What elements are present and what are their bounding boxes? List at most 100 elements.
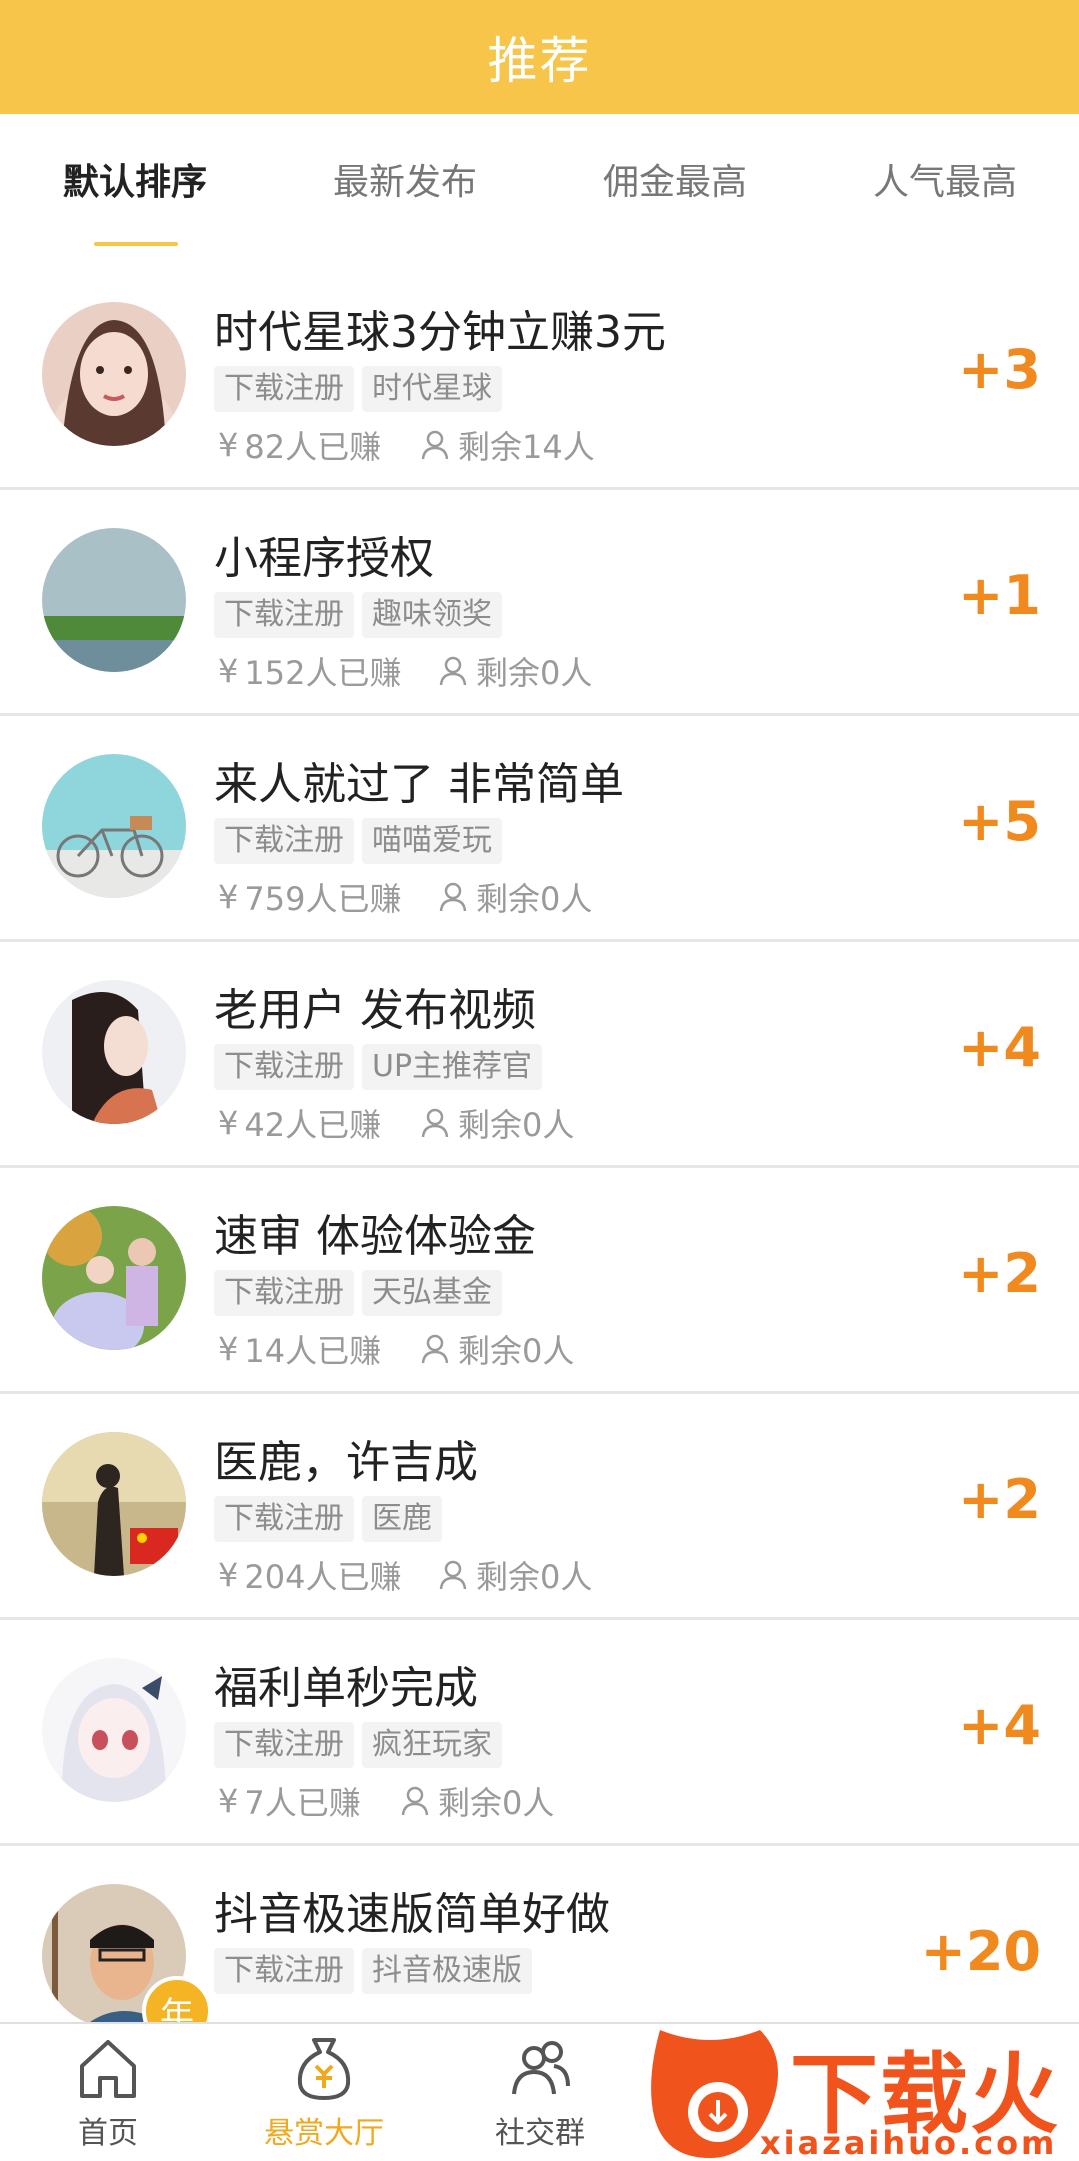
person-icon xyxy=(421,430,449,460)
reward-amount: +2 xyxy=(958,1242,1041,1305)
remaining-count: 剩余0人 xyxy=(438,648,592,694)
tab-label: 人气最高 xyxy=(872,162,1017,203)
task-item[interactable]: 老用户 发布视频 下载注册 UP主推荐官 ¥42人已赚 剩余0人 +4 xyxy=(0,944,1079,1168)
reward-amount: +20 xyxy=(920,1920,1041,1983)
earned-count: ¥42人已赚 xyxy=(218,1100,381,1146)
tab-label: 最新发布 xyxy=(332,162,477,203)
task-tag: 时代星球 xyxy=(362,366,502,412)
person-icon xyxy=(421,1108,449,1138)
earned-count: ¥204人已赚 xyxy=(218,1552,401,1598)
remaining-count: 剩余14人 xyxy=(420,422,595,468)
group-icon xyxy=(512,2041,570,2095)
task-item[interactable]: 来人就过了 非常简单 下载注册 喵喵爱玩 ¥759人已赚 剩余0人 +5 xyxy=(0,718,1079,942)
avatar xyxy=(42,302,186,446)
nav-bounty-hall[interactable]: 悬赏大厅 xyxy=(244,2032,404,2161)
task-tag: 天弘基金 xyxy=(362,1270,502,1316)
task-tag: 下载注册 xyxy=(214,1948,354,1994)
earned-text: 7人已赚 xyxy=(244,1784,361,1822)
nav-social-group[interactable]: 社交群 xyxy=(460,2032,620,2161)
remaining-text: 剩余14人 xyxy=(458,428,595,466)
reward-amount: +4 xyxy=(958,1694,1041,1757)
task-tag: 趣味领奖 xyxy=(362,592,502,638)
tab-most-popular[interactable]: 人气最高 xyxy=(810,114,1079,244)
tab-default-sort[interactable]: 默认排序 xyxy=(0,114,270,244)
remaining-text: 剩余0人 xyxy=(458,1332,575,1370)
task-tag: 抖音极速版 xyxy=(362,1948,532,1994)
yen-icon: ¥ xyxy=(218,878,239,916)
remaining-text: 剩余0人 xyxy=(476,880,593,918)
earned-count: ¥7人已赚 xyxy=(218,1778,361,1824)
avatar xyxy=(42,754,186,898)
money-bag-icon xyxy=(297,2038,351,2100)
person-icon xyxy=(401,1786,429,1816)
task-list[interactable]: 时代星球3分钟立赚3元 下载注册 时代星球 ¥82人已赚 剩余14人 +3 小程… xyxy=(0,266,1079,2022)
task-tag: 下载注册 xyxy=(214,1722,354,1768)
task-title: 时代星球3分钟立赚3元 xyxy=(214,307,666,358)
reward-amount: +1 xyxy=(958,564,1041,627)
remaining-text: 剩余0人 xyxy=(476,654,593,692)
remaining-count: 剩余0人 xyxy=(438,874,592,920)
task-item[interactable]: 福利单秒完成 下载注册 疯狂玩家 ¥7人已赚 剩余0人 +4 xyxy=(0,1622,1079,1846)
task-tag: 下载注册 xyxy=(214,1044,354,1090)
nav-home[interactable]: 首页 xyxy=(28,2032,188,2161)
task-tag: UP主推荐官 xyxy=(362,1044,543,1090)
remaining-count: 剩余0人 xyxy=(420,1326,574,1372)
earned-text: 759人已赚 xyxy=(244,880,402,918)
earned-count: ¥82人已赚 xyxy=(218,422,381,468)
tab-latest[interactable]: 最新发布 xyxy=(270,114,540,244)
yen-icon: ¥ xyxy=(218,1556,239,1594)
avatar xyxy=(42,528,186,672)
home-icon xyxy=(80,2040,136,2098)
task-item[interactable]: 医鹿，许吉成 下载注册 医鹿 ¥204人已赚 剩余0人 +2 xyxy=(0,1396,1079,1620)
earned-text: 204人已赚 xyxy=(244,1558,402,1596)
page-title: 推荐 xyxy=(487,32,592,90)
earned-text: 82人已赚 xyxy=(244,428,382,466)
sort-tabs: 默认排序 最新发布 佣金最高 人气最高 xyxy=(0,114,1079,246)
remaining-count: 剩余0人 xyxy=(438,1552,592,1598)
nav-label: 首页 xyxy=(78,2116,138,2151)
task-tag: 下载注册 xyxy=(214,592,354,638)
remaining-count: 剩余0人 xyxy=(420,1100,574,1146)
task-title: 老用户 发布视频 xyxy=(214,985,536,1036)
task-tag: 下载注册 xyxy=(214,1270,354,1316)
reward-amount: +5 xyxy=(958,790,1041,853)
task-title: 速审 体验体验金 xyxy=(214,1211,536,1262)
earned-count: ¥152人已赚 xyxy=(218,648,401,694)
earned-text: 42人已赚 xyxy=(244,1106,382,1144)
reward-amount: +4 xyxy=(958,1016,1041,1079)
task-item[interactable]: 小程序授权 下载注册 趣味领奖 ¥152人已赚 剩余0人 +1 xyxy=(0,492,1079,716)
person-icon xyxy=(439,1560,467,1590)
tab-highest-commission[interactable]: 佣金最高 xyxy=(540,114,810,244)
active-tab-indicator xyxy=(94,242,178,246)
yen-icon: ¥ xyxy=(218,426,239,464)
task-tag: 下载注册 xyxy=(214,1496,354,1542)
task-item[interactable]: 时代星球3分钟立赚3元 下载注册 时代星球 ¥82人已赚 剩余14人 +3 xyxy=(0,266,1079,490)
task-item[interactable]: 速审 体验体验金 下载注册 天弘基金 ¥14人已赚 剩余0人 +2 xyxy=(0,1170,1079,1394)
watermark-url: xiazaihuo.com xyxy=(760,2124,1058,2161)
task-title: 福利单秒完成 xyxy=(214,1663,478,1714)
earned-count: ¥14人已赚 xyxy=(218,1326,381,1372)
yen-icon: ¥ xyxy=(218,1782,239,1820)
remaining-text: 剩余0人 xyxy=(458,1106,575,1144)
earned-count: ¥759人已赚 xyxy=(218,874,401,920)
yen-icon: ¥ xyxy=(218,652,239,690)
remaining-text: 剩余0人 xyxy=(476,1558,593,1596)
avatar xyxy=(42,1658,186,1802)
avatar xyxy=(42,1206,186,1350)
remaining-count: 剩余0人 xyxy=(400,1778,554,1824)
person-icon xyxy=(421,1334,449,1364)
nav-label: 悬赏大厅 xyxy=(264,2116,384,2151)
task-title: 来人就过了 非常简单 xyxy=(214,759,624,810)
person-icon xyxy=(439,882,467,912)
yen-icon: ¥ xyxy=(218,1104,239,1142)
task-tag: 喵喵爱玩 xyxy=(362,818,502,864)
reward-amount: +3 xyxy=(958,338,1041,401)
reward-amount: +2 xyxy=(958,1468,1041,1531)
tab-label: 佣金最高 xyxy=(602,162,747,203)
task-tag: 医鹿 xyxy=(362,1496,442,1542)
header-bar: 推荐 xyxy=(0,0,1079,114)
task-title: 抖音极速版简单好做 xyxy=(214,1889,610,1940)
avatar xyxy=(42,980,186,1124)
person-icon xyxy=(439,656,467,686)
nav-label: 社交群 xyxy=(495,2116,585,2151)
